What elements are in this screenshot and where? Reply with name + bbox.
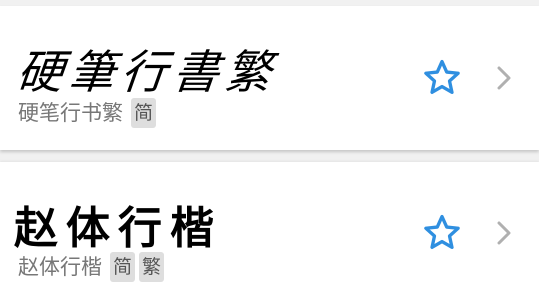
font-list: 硬筆行書繁 硬笔行书繁 简 赵体行楷 赵体行楷 简 繁 — [0, 0, 539, 295]
script-tag-traditional: 繁 — [139, 252, 165, 282]
star-outline-icon[interactable] — [421, 57, 463, 99]
font-list-item[interactable]: 硬筆行書繁 硬笔行书繁 简 — [0, 6, 539, 150]
font-name-label: 硬笔行书繁 — [18, 101, 123, 125]
script-tag-simplified: 简 — [110, 252, 136, 282]
script-tag-simplified: 简 — [131, 98, 157, 128]
chevron-right-icon[interactable] — [495, 220, 513, 246]
font-list-item[interactable]: 赵体行楷 赵体行楷 简 繁 — [0, 162, 539, 295]
chevron-right-icon[interactable] — [495, 65, 513, 91]
font-meta: 硬笔行书繁 简 — [18, 98, 160, 128]
font-preview-text: 赵体行楷 — [14, 203, 222, 254]
font-name-label: 赵体行楷 — [18, 255, 102, 279]
font-preview-text: 硬筆行書繁 — [14, 45, 280, 99]
star-outline-icon[interactable] — [421, 212, 463, 254]
font-meta: 赵体行楷 简 繁 — [18, 252, 168, 282]
